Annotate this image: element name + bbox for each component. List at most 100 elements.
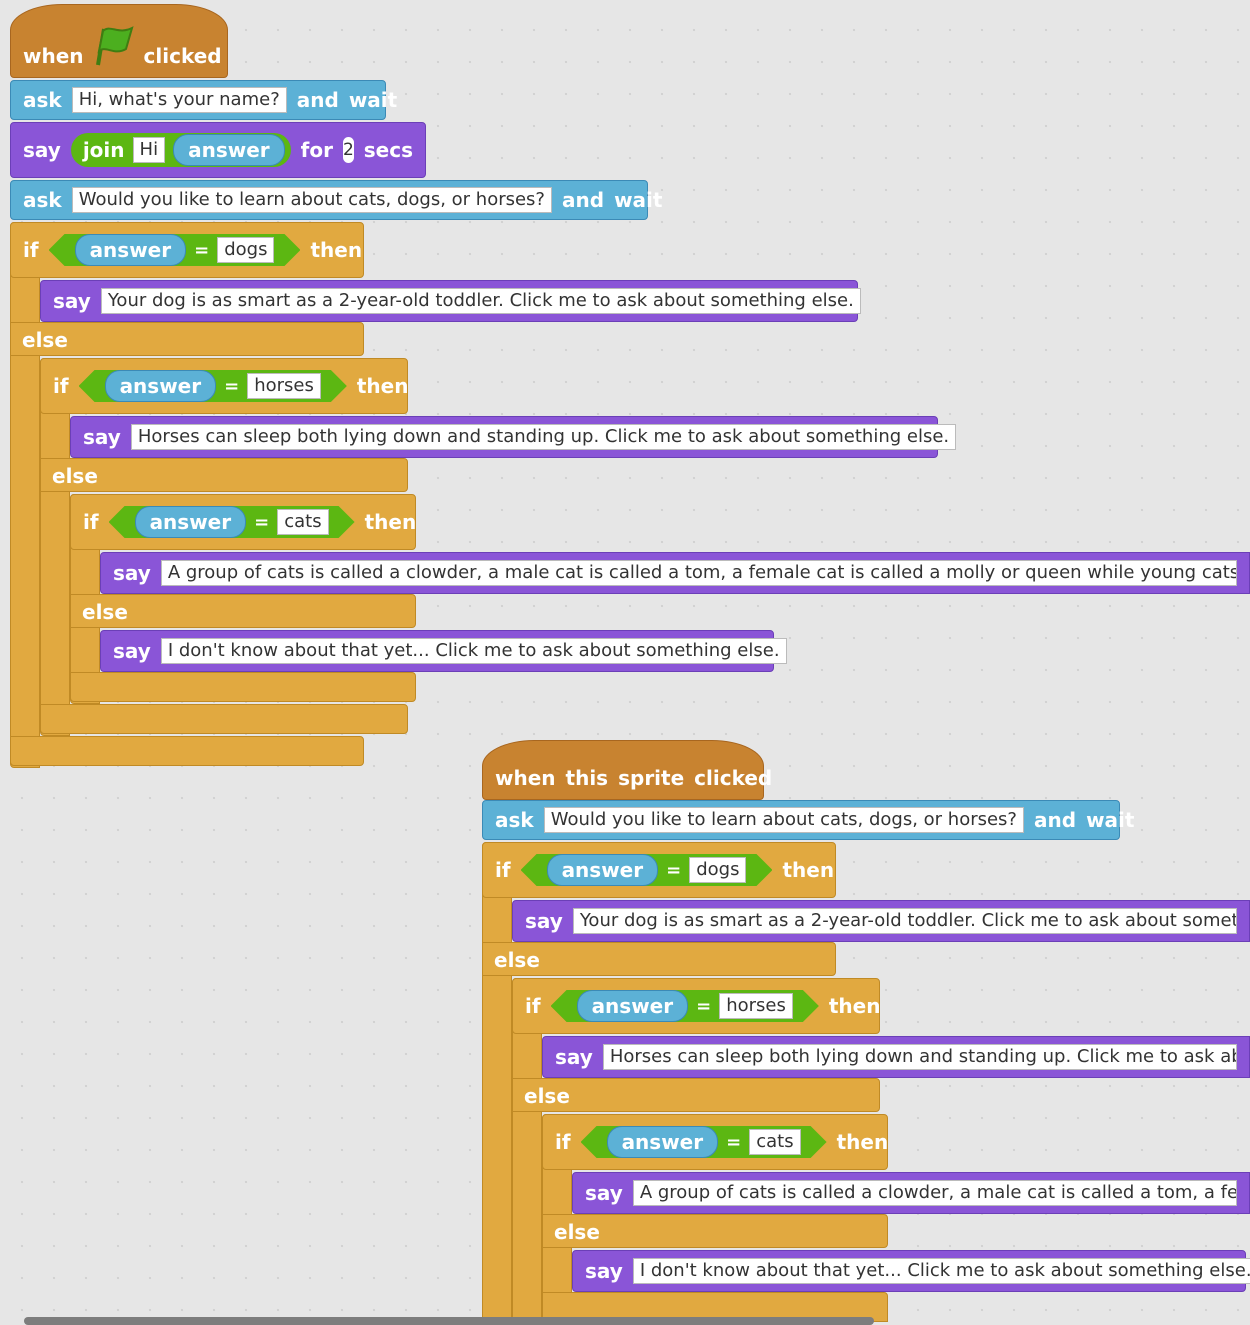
compare-value-input[interactable]: dogs (217, 237, 274, 263)
say-label: say (555, 1045, 593, 1069)
if-else-block[interactable]: if answer = cats then (70, 494, 416, 550)
equals-operator[interactable]: answer = horses (79, 370, 347, 402)
then-label: then (782, 858, 835, 882)
answer-reporter[interactable]: answer (105, 370, 217, 402)
else-label: else (22, 328, 68, 352)
then-label: then (310, 238, 363, 262)
say-block[interactable]: say I don't know about that yet... Click… (100, 630, 787, 672)
if-else-bottom-arm[interactable] (10, 736, 364, 766)
ask-question-input[interactable]: Would you like to learn about cats, dogs… (71, 187, 552, 213)
join-label: join (82, 138, 125, 162)
compare-value-input[interactable]: cats (277, 509, 328, 535)
if-else-block-left-arm[interactable] (40, 358, 70, 736)
compare-value-input[interactable]: dogs (689, 857, 746, 883)
hat-clicked-label: clicked (143, 44, 222, 68)
when-flag-clicked-hat[interactable]: when clicked (10, 4, 228, 78)
if-else-block[interactable]: if answer = dogs then (482, 842, 836, 898)
if-else-block[interactable]: if answer = horses then (40, 358, 408, 414)
join-reporter[interactable]: join Hi answer (70, 133, 291, 167)
then-label: then (356, 374, 409, 398)
say-text-input[interactable]: Horses can sleep both lying down and sta… (602, 1044, 1237, 1070)
if-else-block[interactable]: if answer = horses then (512, 978, 880, 1034)
say-label: say (113, 561, 151, 585)
answer-reporter[interactable]: answer (607, 1126, 719, 1158)
say-label: say (525, 909, 563, 933)
say-text-input[interactable]: A group of cats is called a clowder, a m… (160, 560, 1237, 586)
say-block[interactable]: say Horses can sleep both lying down and… (542, 1036, 1250, 1078)
for-label: for (300, 138, 333, 162)
wait-label: wait (348, 88, 398, 112)
answer-reporter[interactable]: answer (577, 990, 689, 1022)
say-text-input[interactable]: I don't know about that yet... Click me … (160, 638, 787, 664)
compare-value-input[interactable]: cats (749, 1129, 800, 1155)
wait-label: wait (614, 188, 663, 212)
equals-sign: = (224, 375, 240, 397)
if-else-bottom-arm[interactable] (40, 704, 408, 734)
say-text-input[interactable]: Your dog is as smart as a 2-year-old tod… (572, 908, 1237, 934)
say-block[interactable]: say Your dog is as smart as a 2-year-old… (40, 280, 861, 322)
if-else-block[interactable]: if answer = dogs then (10, 222, 364, 278)
say-text-input[interactable]: I don't know about that yet... Click me … (632, 1258, 1250, 1284)
hat-when-label: when (23, 44, 84, 68)
and-label: and (1034, 808, 1077, 832)
equals-sign: = (194, 239, 210, 261)
say-block[interactable]: say Horses can sleep both lying down and… (70, 416, 957, 458)
join-first-input[interactable]: Hi (132, 137, 166, 163)
say-label: say (23, 138, 61, 162)
say-block[interactable]: say I don't know about that yet... Click… (572, 1250, 1250, 1292)
else-label: else (494, 948, 540, 972)
say-label: say (83, 425, 121, 449)
answer-reporter[interactable]: answer (75, 234, 187, 266)
when-this-sprite-clicked-hat[interactable]: when this sprite clicked (482, 740, 772, 800)
else-label: else (524, 1084, 570, 1108)
if-else-block[interactable]: if answer = cats then (542, 1114, 888, 1170)
ask-question-input[interactable]: Hi, what's your name? (71, 87, 287, 113)
if-else-bottom-arm[interactable] (70, 672, 416, 702)
ask-and-wait-block[interactable]: ask Would you like to learn about cats, … (482, 800, 1134, 840)
say-text-input[interactable]: Horses can sleep both lying down and sta… (130, 424, 957, 450)
horizontal-scrollbar[interactable] (24, 1317, 874, 1325)
equals-operator[interactable]: answer = cats (109, 506, 355, 538)
and-label: and (296, 88, 339, 112)
equals-sign: = (666, 859, 682, 881)
equals-operator[interactable]: answer = dogs (49, 234, 301, 266)
say-block[interactable]: say A group of cats is called a clowder,… (572, 1172, 1250, 1214)
say-block[interactable]: say Your dog is as smart as a 2-year-old… (512, 900, 1250, 942)
equals-sign: = (696, 995, 712, 1017)
equals-operator[interactable]: answer = cats (581, 1126, 827, 1158)
ask-question-input[interactable]: Would you like to learn about cats, dogs… (543, 807, 1024, 833)
answer-reporter[interactable]: answer (547, 854, 659, 886)
say-block[interactable]: say A group of cats is called a clowder,… (100, 552, 1250, 594)
wait-label: wait (1086, 808, 1135, 832)
hat-sprite-label: sprite (618, 766, 685, 790)
then-label: then (364, 510, 417, 534)
say-text-input[interactable]: Your dog is as smart as a 2-year-old tod… (100, 288, 861, 314)
if-label: if (23, 238, 39, 262)
answer-reporter[interactable]: answer (135, 506, 247, 538)
if-else-block-left-arm[interactable] (482, 842, 512, 1322)
then-label: then (836, 1130, 889, 1154)
say-text-input[interactable]: A group of cats is called a clowder, a m… (632, 1180, 1237, 1206)
and-label: and (562, 188, 605, 212)
hat-this-label: this (565, 766, 609, 790)
then-label: then (828, 994, 881, 1018)
equals-operator[interactable]: answer = horses (551, 990, 819, 1022)
say-label: say (585, 1259, 623, 1283)
secs-input[interactable]: 2 (342, 137, 354, 163)
compare-value-input[interactable]: horses (247, 373, 321, 399)
scripts-area[interactable]: { "script1": { "hat": {"when": "when", "… (0, 0, 1250, 1325)
hat-clicked-label: clicked (694, 766, 773, 790)
ask-and-wait-block[interactable]: ask Hi, what's your name? and wait (10, 80, 397, 120)
equals-sign: = (726, 1131, 742, 1153)
else-label: else (554, 1220, 600, 1244)
ask-label: ask (23, 88, 62, 112)
equals-operator[interactable]: answer = dogs (521, 854, 773, 886)
if-label: if (83, 510, 99, 534)
answer-reporter[interactable]: answer (173, 134, 285, 166)
say-for-secs-block[interactable]: say join Hi answer for 2 secs (10, 122, 426, 178)
if-label: if (555, 1130, 571, 1154)
compare-value-input[interactable]: horses (719, 993, 793, 1019)
ask-and-wait-block[interactable]: ask Would you like to learn about cats, … (10, 180, 662, 220)
if-label: if (53, 374, 69, 398)
if-else-block-left-arm[interactable] (10, 222, 40, 768)
